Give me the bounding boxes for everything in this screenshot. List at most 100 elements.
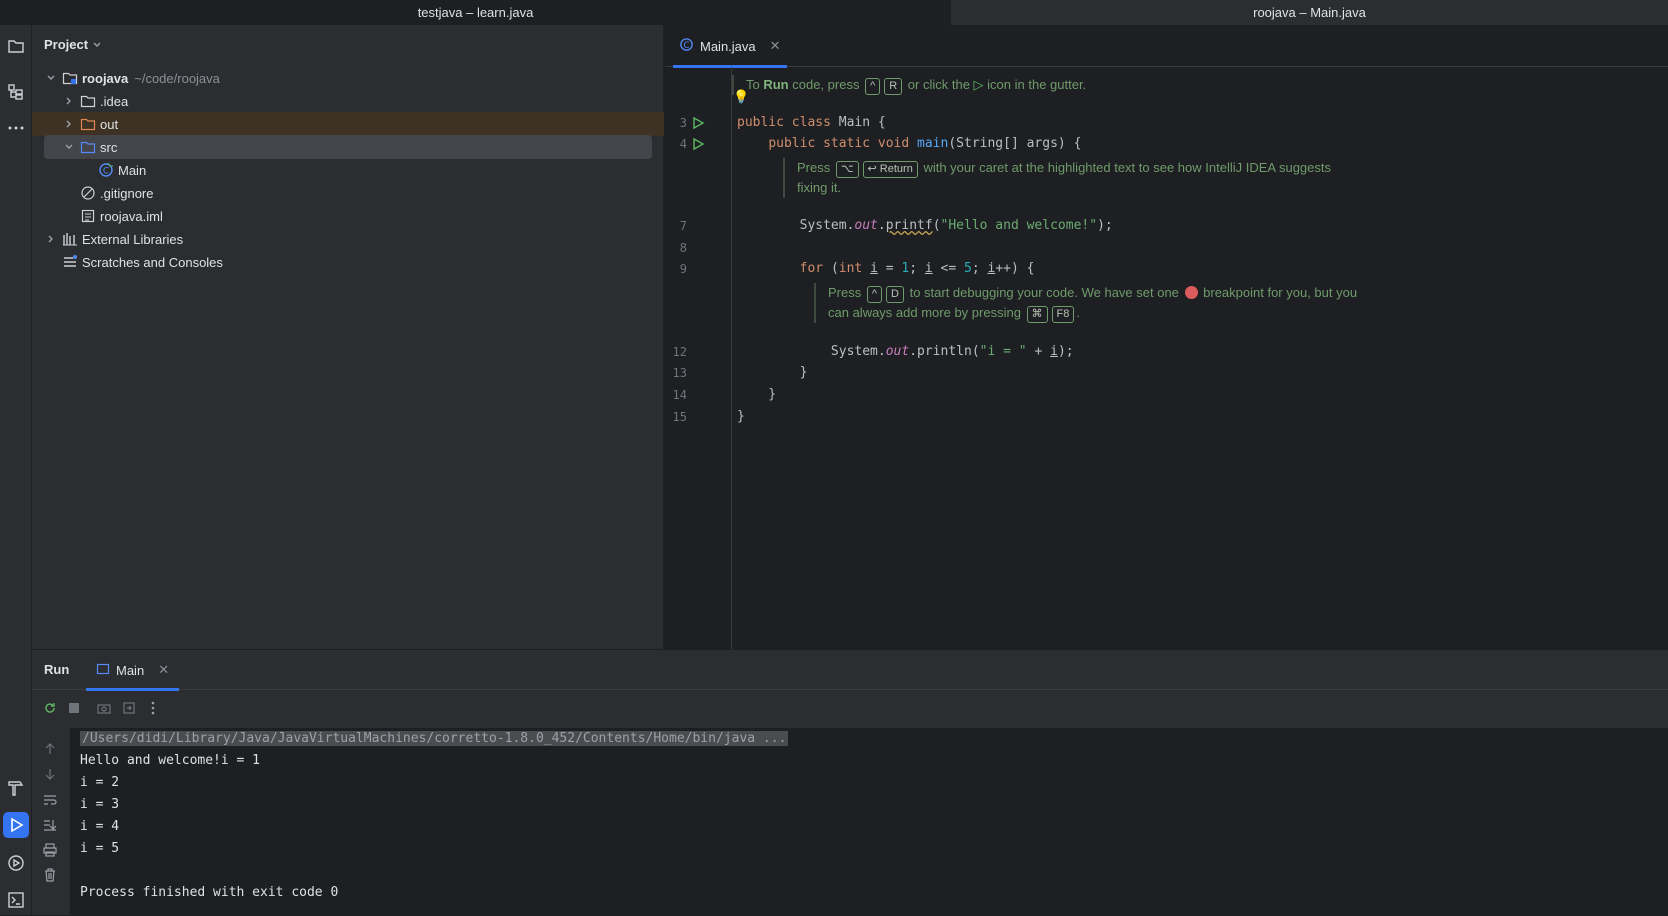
more-tools-icon[interactable] [3, 115, 29, 141]
code-line-close-class[interactable]: } [737, 409, 745, 424]
project-folder-icon[interactable] [3, 33, 29, 59]
scratches-icon [62, 254, 78, 270]
code-editor: C Main.java ✕ To Run code, press ^ R or c… [665, 25, 1668, 649]
hint-text: . [1076, 305, 1081, 320]
editor-tab-main-java[interactable]: C Main.java ✕ [673, 25, 787, 68]
line-number: 12 [672, 345, 687, 359]
structure-icon[interactable] [3, 79, 29, 105]
tree-label: Main [118, 162, 147, 178]
project-title: Project [44, 37, 89, 52]
line-number: 3 [679, 116, 687, 130]
hint-text: code, press [788, 77, 864, 92]
tree-label: .gitignore [100, 185, 154, 201]
stop-icon[interactable] [64, 698, 84, 718]
kbd-r: R [884, 78, 903, 95]
line-number: 8 [679, 241, 687, 255]
run-config-icon [96, 662, 110, 679]
more-options-icon[interactable] [143, 698, 163, 718]
doc-comment-run-hint: To Run code, press ^ R or click the ▷ ico… [732, 75, 1086, 95]
services-icon[interactable] [3, 850, 29, 876]
left-tool-strip [0, 25, 32, 915]
lightbulb-icon[interactable]: 💡 [733, 89, 749, 105]
trash-icon[interactable] [41, 866, 59, 884]
kbd-return: ↩ Return [862, 161, 918, 178]
hint-text: breakpoint for you, but you [1199, 285, 1358, 300]
doc-comment-debug-hint: Press ^ D to start debugging your code. W… [814, 283, 1394, 323]
run-tool-icon[interactable] [3, 812, 29, 838]
tree-label: roojava.iml [100, 208, 163, 224]
camera-icon[interactable] [94, 698, 114, 718]
svg-text:C: C [684, 40, 690, 50]
gutter-divider [731, 67, 732, 649]
scroll-up-icon[interactable] [41, 740, 59, 758]
code-line-class[interactable]: public class Main { [737, 115, 886, 130]
print-icon[interactable] [41, 841, 59, 859]
hint-text: with your caret at the highlighted text … [919, 160, 1331, 175]
project-header[interactable]: Project [44, 37, 102, 52]
kbd-ctrl: ^ [865, 78, 881, 95]
run-title: Run [44, 662, 70, 677]
restore-layout-icon[interactable] [119, 698, 139, 718]
close-icon[interactable]: ✕ [770, 38, 781, 54]
window-tab-roojava[interactable]: roojava – Main.java [951, 0, 1668, 25]
kbd-cmd: ⌘ [1026, 306, 1048, 323]
tree-item-roojava[interactable]: roojava ~/code/roojava [32, 66, 664, 90]
line-number: 4 [679, 137, 687, 151]
tree-item-scratches[interactable]: Scratches and Consoles [32, 250, 664, 274]
run-header: Run Main ✕ [32, 650, 1668, 691]
console-line: i = 5 [80, 841, 120, 856]
console-line: Hello and welcome!i = 1 [80, 753, 261, 768]
breakpoint-icon [1184, 286, 1198, 299]
kbd-option: ⌥ [835, 161, 859, 178]
tree-label: .idea [100, 93, 129, 109]
code-line-printf[interactable]: System.out.printf("Hello and welcome!"); [737, 218, 1113, 233]
console-line-exit: Process finished with exit code 0 [80, 885, 339, 900]
close-icon[interactable]: ✕ [158, 662, 169, 678]
hint-text: Press [797, 160, 834, 175]
tree-item-external-libraries[interactable]: External Libraries [32, 227, 664, 251]
module-folder-icon [62, 70, 78, 86]
tree-path-hint: ~/code/roojava [134, 70, 220, 86]
tree-item-idea[interactable]: .idea [32, 89, 664, 113]
tree-label: External Libraries [82, 231, 184, 247]
chevron-down-icon[interactable] [62, 140, 76, 154]
hint-text: can always add more by pressing [828, 305, 1025, 320]
console-line: i = 2 [80, 775, 120, 790]
code-line-for[interactable]: for (int i = 1; i <= 5; i++) { [737, 261, 1035, 276]
run-gutter-icon[interactable] [691, 116, 705, 130]
run-tab-main[interactable]: Main ✕ [86, 650, 180, 691]
tree-item-src[interactable]: src [44, 135, 652, 159]
run-tab-label: Main [116, 662, 145, 678]
scroll-down-icon[interactable] [41, 765, 59, 783]
window-tabs: testjava – learn.java roojava – Main.jav… [0, 0, 1668, 25]
chevron-right-icon[interactable] [62, 94, 76, 108]
console-line-command: /Users/didi/Library/Java/JavaVirtualMach… [80, 731, 789, 746]
rerun-icon[interactable] [40, 698, 60, 718]
chevron-down-icon [93, 42, 101, 47]
window-tab-testjava[interactable]: testjava – learn.java [0, 0, 951, 25]
tree-item-gitignore[interactable]: .gitignore [32, 181, 664, 205]
run-triangle-icon: ▷ [973, 77, 984, 92]
code-line-close-main[interactable]: } [737, 387, 776, 402]
soft-wrap-icon[interactable] [41, 791, 59, 809]
active-tab-indicator [673, 65, 787, 68]
tree-item-out[interactable]: out [32, 112, 664, 136]
chevron-right-icon[interactable] [44, 232, 58, 246]
ignore-file-icon [80, 185, 96, 201]
tree-item-iml[interactable]: roojava.iml [32, 204, 664, 228]
build-hammer-icon[interactable] [3, 775, 29, 801]
code-line-println[interactable]: System.out.println("i = " + i); [737, 344, 1074, 359]
scroll-to-end-icon[interactable] [41, 816, 59, 834]
java-class-icon: C [98, 162, 114, 178]
console-output[interactable]: /Users/didi/Library/Java/JavaVirtualMach… [70, 728, 1668, 916]
chevron-down-icon[interactable] [44, 71, 58, 85]
chevron-right-icon[interactable] [62, 117, 76, 131]
kbd-f8: F8 [1051, 306, 1075, 323]
tree-item-main[interactable]: C Main [32, 158, 664, 182]
tree-label: src [100, 139, 118, 155]
source-folder-icon [80, 139, 96, 155]
terminal-icon[interactable] [3, 887, 29, 913]
run-gutter-icon[interactable] [691, 137, 705, 151]
code-line-close-for[interactable]: } [737, 365, 808, 380]
code-line-main[interactable]: public static void main(String[] args) { [737, 136, 1081, 151]
